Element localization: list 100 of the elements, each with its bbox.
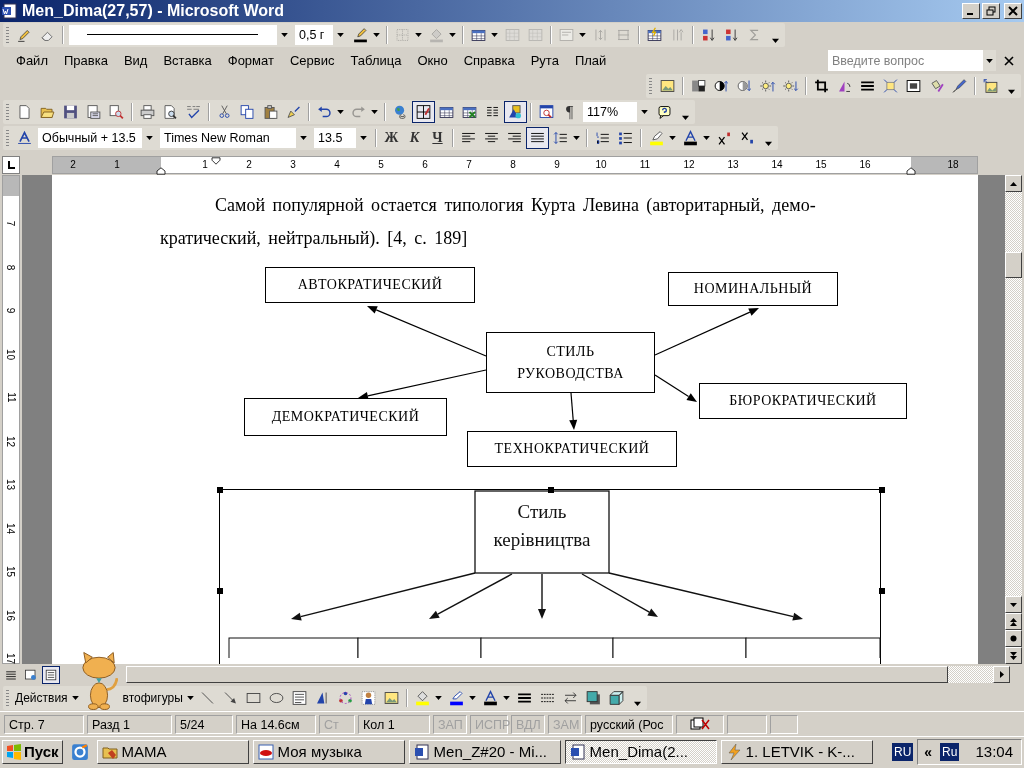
document-icon[interactable] — [569, 743, 586, 760]
start-button[interactable]: Пуск — [2, 739, 63, 764]
menu-item[interactable]: Рута — [522, 51, 567, 70]
scroll-down-button[interactable] — [1005, 596, 1022, 613]
taskbar-button-label[interactable]: 1. LETVIK - K-... — [745, 743, 855, 760]
line-weight-dropdown[interactable]: 0,5 г — [295, 25, 347, 45]
scroll-thumb[interactable] — [1005, 252, 1022, 278]
double-down-arrow-icon[interactable] — [1010, 651, 1017, 660]
font-size-dropdown[interactable]: 13.5 — [314, 128, 370, 148]
dropdown-arrow-icon[interactable] — [491, 33, 498, 37]
dropdown-arrow-icon[interactable] — [502, 696, 510, 700]
lips-picture-icon[interactable] — [257, 743, 274, 760]
menu-item[interactable]: Справка — [455, 51, 523, 70]
close-icon[interactable] — [1008, 6, 1018, 16]
dropdown-arrow-icon[interactable] — [415, 33, 422, 37]
toolbar-grip[interactable] — [6, 130, 9, 146]
dropdown-arrow-icon[interactable] — [986, 58, 993, 63]
menu-button[interactable]: Действия — [13, 687, 81, 709]
dropdown-arrow-icon[interactable] — [371, 110, 378, 114]
menu-item[interactable]: Вставка — [155, 51, 220, 70]
minimize-button[interactable] — [962, 3, 980, 19]
scroll-right-button[interactable] — [993, 666, 1010, 683]
taskbar-button-label[interactable]: Men_Z#20 - Mi... — [433, 743, 547, 760]
toolbar-grip[interactable] — [649, 78, 652, 94]
corner-icon[interactable] — [6, 160, 16, 170]
toolbar-grip[interactable] — [6, 104, 9, 120]
up-arrow-icon[interactable] — [1010, 181, 1017, 186]
taskbar-button-label[interactable]: MAMA — [121, 743, 167, 760]
formatting-marks-button[interactable]: ¶ — [558, 101, 581, 123]
zoom-dropdown[interactable]: 117% — [583, 102, 651, 122]
taskbar-button-label[interactable]: Моя музыка — [277, 743, 362, 760]
tray-toggle[interactable]: « — [924, 743, 933, 760]
style-dropdown[interactable]: Обычный + 13.5 — [38, 128, 156, 148]
language-indicator[interactable]: RU — [891, 742, 914, 761]
dropdown-arrow-icon[interactable] — [579, 33, 586, 37]
table-pencil-icon[interactable] — [412, 101, 435, 123]
dropdown-arrow-icon[interactable] — [336, 33, 344, 37]
menu-item[interactable]: Файл — [8, 51, 56, 70]
browser-icon[interactable] — [70, 742, 89, 761]
dropdown-arrow-icon[interactable] — [280, 33, 288, 37]
dropdown-arrow-icon[interactable] — [573, 136, 580, 140]
dropdown-arrow-icon[interactable] — [640, 110, 648, 114]
resize-handle[interactable] — [217, 487, 223, 493]
menu-item[interactable]: Таблица — [342, 51, 410, 70]
menu-item[interactable]: Формат — [219, 51, 282, 70]
resize-handle[interactable] — [548, 487, 554, 493]
taskbar-button[interactable]: Men_Z#20 - Mi... — [408, 739, 561, 764]
line-style-dropdown[interactable] — [69, 25, 291, 45]
taskbar-button[interactable]: Men_Dima(2... — [564, 739, 717, 764]
restore-icon[interactable] — [986, 6, 996, 16]
restore-button[interactable] — [982, 3, 1000, 19]
resize-handle[interactable] — [879, 588, 885, 594]
shapes-icon[interactable] — [504, 101, 527, 123]
scroll-up-button[interactable] — [1005, 175, 1022, 192]
dropdown-arrow-icon[interactable] — [703, 136, 710, 140]
dropdown-arrow-icon[interactable] — [468, 696, 476, 700]
down-arrow-icon[interactable] — [1010, 602, 1017, 607]
close-icon[interactable] — [1004, 55, 1014, 66]
next-page-button[interactable] — [1005, 647, 1022, 664]
dropdown-arrow-icon[interactable] — [449, 33, 456, 37]
double-up-arrow-icon[interactable] — [1010, 617, 1017, 626]
previous-page-button[interactable] — [1005, 613, 1022, 630]
page-layout-icon[interactable] — [42, 665, 60, 684]
dropdown-arrow-icon[interactable] — [71, 696, 79, 700]
toolbar-grip[interactable] — [6, 27, 9, 43]
taskbar-button-label[interactable]: Men_Dima(2... — [589, 743, 688, 760]
taskbar-button[interactable]: MAMA — [96, 739, 249, 764]
dropdown-arrow-icon[interactable] — [299, 136, 307, 140]
toolbar-grip[interactable] — [6, 690, 9, 706]
browse-object-button[interactable] — [1005, 630, 1022, 647]
dropdown-arrow-icon[interactable] — [359, 136, 367, 140]
menu-button[interactable]: втофигуры — [120, 687, 196, 709]
close-button[interactable] — [1004, 3, 1022, 19]
dot-icon[interactable] — [1010, 635, 1017, 642]
italic-button[interactable]: К — [403, 127, 426, 149]
menu-item[interactable]: Плай — [566, 51, 615, 70]
menu-item[interactable]: Сервис — [281, 51, 343, 70]
dropdown-arrow-icon[interactable] — [434, 696, 442, 700]
dropdown-arrow-icon[interactable] — [669, 136, 676, 140]
document-icon[interactable] — [413, 743, 430, 760]
scroll-thumb[interactable] — [126, 666, 948, 683]
right-arrow-icon[interactable] — [999, 671, 1004, 678]
justify-icon[interactable] — [526, 127, 549, 149]
underline-button[interactable]: Ч — [426, 127, 449, 149]
font-dropdown[interactable]: Times New Roman — [160, 128, 310, 148]
taskbar-button[interactable]: Моя музыка — [252, 739, 405, 764]
bold-button[interactable]: Ж — [380, 127, 403, 149]
menu-item[interactable]: Окно — [409, 51, 456, 70]
resize-handle[interactable] — [217, 588, 223, 594]
tab-stop-button[interactable] — [2, 156, 20, 174]
menu-item[interactable]: Правка — [55, 51, 116, 70]
help-search-field[interactable]: Введите вопрос — [828, 50, 982, 71]
dropdown-arrow-icon[interactable] — [337, 110, 344, 114]
dropdown-arrow-icon[interactable] — [373, 33, 380, 37]
resize-handle[interactable] — [879, 487, 885, 493]
indent-marker[interactable] — [210, 157, 222, 165]
language-indicator[interactable]: Ru — [940, 742, 960, 761]
dropdown-arrow-icon[interactable] — [186, 696, 194, 700]
taskbar-button[interactable]: 1. LETVIK - K-... — [720, 739, 873, 764]
dropdown-arrow-icon[interactable] — [145, 136, 153, 140]
